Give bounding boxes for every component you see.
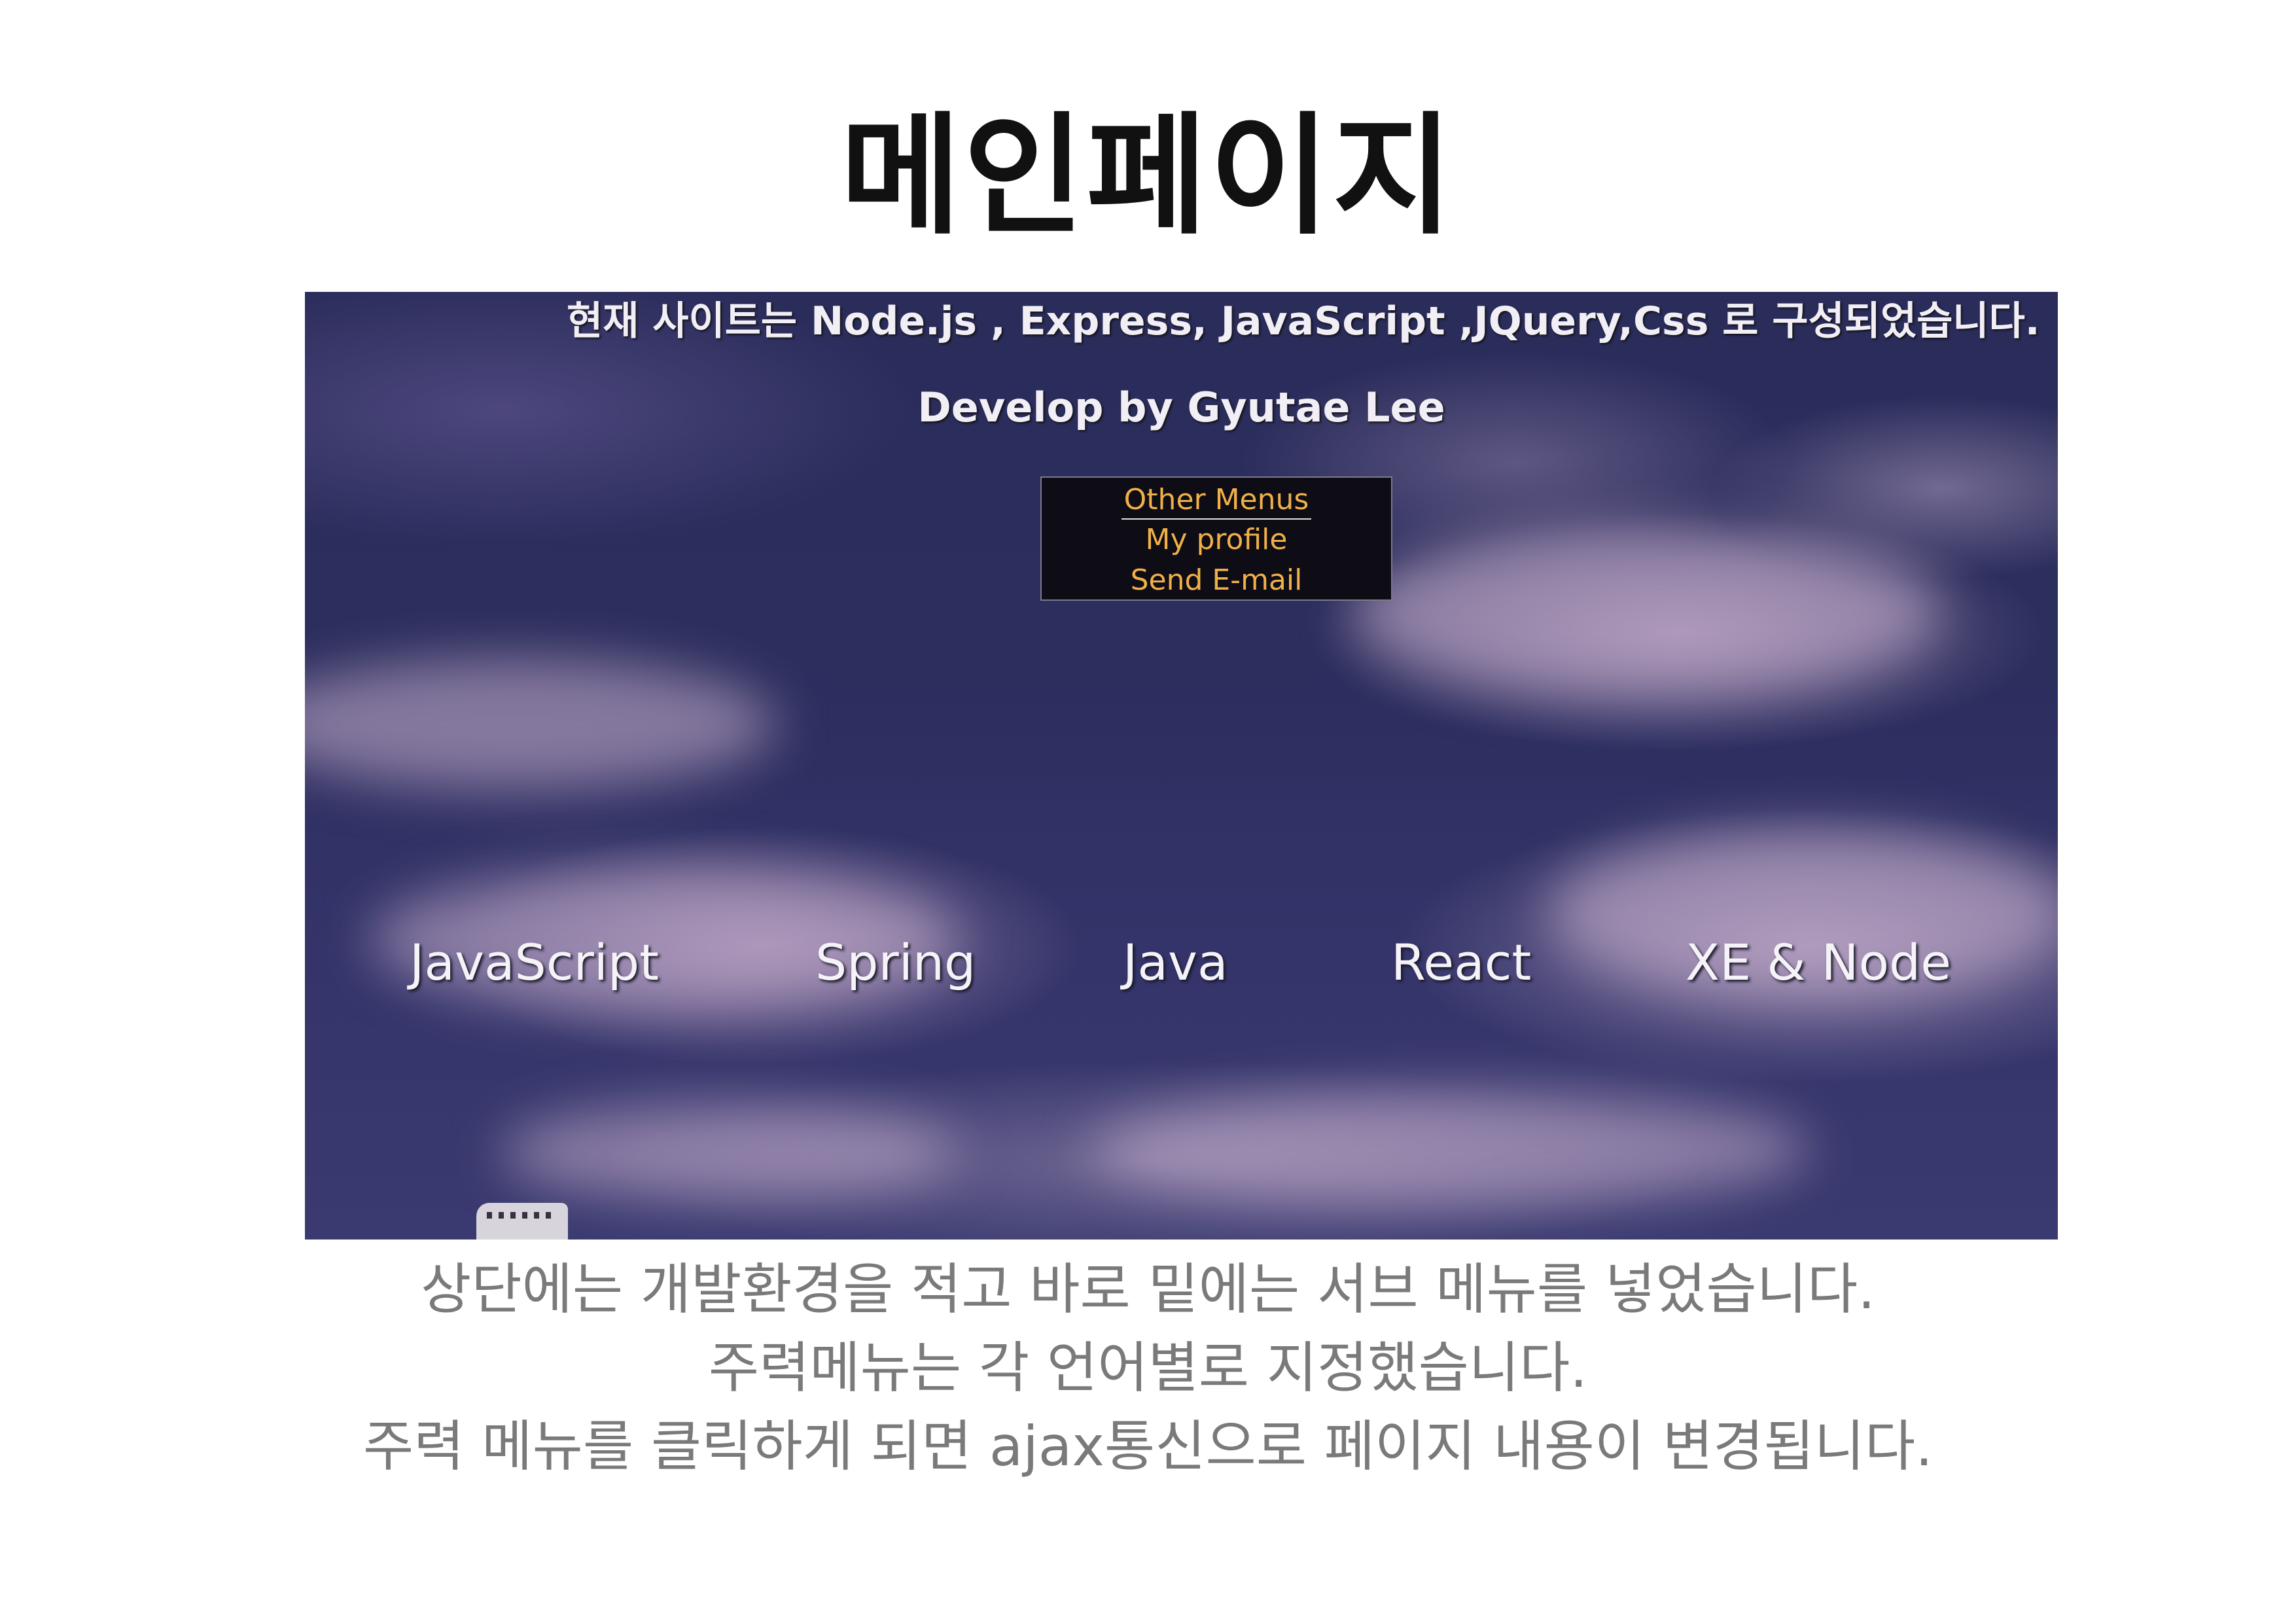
main-menu-spring[interactable]: Spring xyxy=(815,923,976,1002)
building-silhouette xyxy=(476,1203,568,1240)
dev-environment-text: 현재 사이트는 Node.js , Express, JavaScript ,J… xyxy=(567,298,2040,344)
cloud-decoration xyxy=(305,658,776,789)
menu-item-send-email[interactable]: Send E-mail xyxy=(1042,560,1391,601)
caption-line: 주력메뉴는 각 언어별로 지정했습니다. xyxy=(708,1336,1588,1400)
caption-line: 상단에는 개발환경을 적고 바로 밑에는 서브 메뉴를 넣었습니다. xyxy=(421,1257,1875,1321)
slide-caption: 상단에는 개발환경을 적고 바로 밑에는 서브 메뉴를 넣었습니다. 주력메뉴는… xyxy=(0,1250,2296,1486)
developer-credit: Develop by Gyutae Lee xyxy=(917,383,1445,431)
main-menu-nav: JavaScript Spring Java React XE & Node xyxy=(305,923,2058,1002)
main-menu-react[interactable]: React xyxy=(1391,923,1531,1002)
main-menu-javascript[interactable]: JavaScript xyxy=(410,923,659,1002)
website-screenshot: 현재 사이트는 Node.js , Express, JavaScript ,J… xyxy=(305,292,2058,1240)
page-title: 메인페이지 xyxy=(840,100,1456,253)
cloud-decoration xyxy=(1352,527,1941,698)
menu-item-my-profile[interactable]: My profile xyxy=(1042,520,1391,560)
cloud-decoration xyxy=(501,1103,959,1202)
main-menu-xe-node[interactable]: XE & Node xyxy=(1686,923,1951,1002)
cloud-decoration xyxy=(1090,1090,1810,1208)
main-menu-java[interactable]: Java xyxy=(1123,923,1228,1002)
other-menus-heading: Other Menus xyxy=(1121,482,1312,520)
other-menus-box: Other Menus My profile Send E-mail xyxy=(1040,476,1392,601)
caption-line: 주력 메뉴를 클릭하게 되면 ajax통신으로 페이지 내용이 변경됩니다. xyxy=(363,1414,1933,1478)
